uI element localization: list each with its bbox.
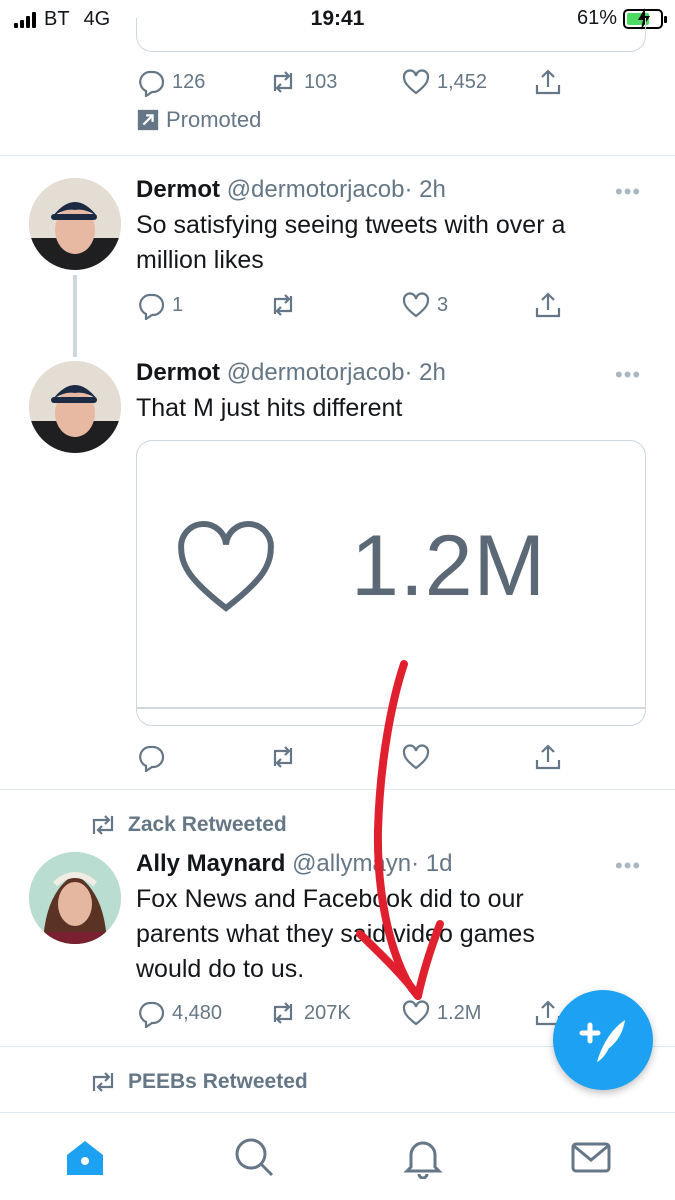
media-divider <box>137 707 645 709</box>
reply-count: 1 <box>172 293 184 316</box>
promoted-card-bottom <box>136 18 646 52</box>
divider <box>0 155 675 156</box>
like-button[interactable]: 1.2M <box>401 998 481 1028</box>
tab-home[interactable] <box>63 1135 107 1179</box>
handle[interactable]: @dermotorjacob <box>227 359 405 386</box>
retweet-icon <box>273 1002 293 1024</box>
retweeted-by[interactable]: Zack Retweeted <box>88 813 287 837</box>
promoted-icon <box>137 109 159 131</box>
thread-line <box>73 275 77 357</box>
divider <box>0 789 675 790</box>
like-button[interactable]: 3 <box>401 290 448 320</box>
reply-count: 4,480 <box>172 1001 223 1024</box>
reply-count: 126 <box>172 70 206 93</box>
reply-icon <box>139 745 165 772</box>
compose-tweet-button[interactable] <box>553 990 653 1090</box>
tweet-header: Dermot @dermotorjacob· 2h <box>136 176 446 204</box>
tweet-text: So satisfying seeing tweets with over a … <box>136 211 566 274</box>
reply-icon <box>139 1001 165 1028</box>
tweet-text: Fox News and Facebook did to our parents… <box>136 885 535 983</box>
heart-icon <box>402 292 430 318</box>
tab-search[interactable] <box>232 1135 276 1179</box>
avatar[interactable] <box>29 852 121 944</box>
more-options-icon[interactable]: ••• <box>615 179 641 205</box>
like-count: 1,452 <box>437 70 488 93</box>
bell-icon <box>403 1141 443 1180</box>
tweet-header: Dermot @dermotorjacob· 2h <box>136 359 446 387</box>
retweet-button[interactable]: 103 <box>268 67 337 97</box>
like-count: 3 <box>437 293 449 316</box>
retweet-icon <box>273 294 293 316</box>
share-button[interactable] <box>533 290 563 320</box>
share-icon <box>535 292 561 318</box>
tweet-text: That M just hits different <box>136 394 403 422</box>
profile-photo <box>29 852 121 944</box>
more-options-icon[interactable]: ••• <box>615 853 641 879</box>
heart-icon <box>402 1000 430 1026</box>
retweet-button[interactable]: 207K <box>268 998 351 1028</box>
reply-icon <box>139 293 165 320</box>
media-like-count: 1.2M <box>351 518 547 614</box>
retweet-icon <box>273 746 293 768</box>
mail-icon <box>571 1142 611 1173</box>
heart-icon <box>402 69 430 95</box>
timestamp: · 2h <box>404 176 446 203</box>
timestamp: · 1d <box>411 850 453 877</box>
profile-photo <box>29 361 121 453</box>
handle[interactable]: @dermotorjacob <box>227 176 405 203</box>
reply-button[interactable]: 126 <box>136 67 205 97</box>
avatar[interactable] <box>29 361 121 453</box>
retweet-count: 103 <box>304 70 338 93</box>
retweet-count: 207K <box>304 1001 351 1024</box>
display-name[interactable]: Dermot <box>136 176 220 203</box>
retweet-button[interactable] <box>268 742 298 772</box>
heart-icon <box>178 521 274 612</box>
retweet-button[interactable] <box>268 290 298 320</box>
like-button[interactable]: 1,452 <box>401 67 487 97</box>
tab-notifications[interactable] <box>401 1135 445 1180</box>
tab-messages[interactable] <box>569 1135 613 1179</box>
compose-tweet-icon <box>579 1020 625 1062</box>
tweet-header: Ally Maynard @allymayn· 1d <box>136 850 452 878</box>
reply-icon <box>139 70 165 97</box>
handle[interactable]: @allymayn <box>292 850 411 877</box>
retweeted-by[interactable]: PEEBs Retweeted <box>88 1070 308 1094</box>
reply-button[interactable] <box>136 742 166 772</box>
more-options-icon[interactable]: ••• <box>615 362 641 388</box>
like-count: 1.2M <box>437 1001 482 1024</box>
home-icon <box>67 1141 103 1175</box>
display-name[interactable]: Dermot <box>136 359 220 386</box>
retweet-icon <box>92 1072 114 1092</box>
search-icon <box>235 1138 274 1177</box>
timestamp: · 2h <box>404 359 446 386</box>
profile-photo <box>29 178 121 270</box>
retweet-icon <box>273 71 293 93</box>
heart-icon <box>402 744 430 770</box>
like-button[interactable] <box>401 742 431 772</box>
retweet-icon <box>92 815 114 835</box>
promoted-label[interactable]: Promoted <box>136 107 261 133</box>
share-button[interactable] <box>533 67 563 97</box>
share-icon <box>535 69 561 95</box>
share-icon <box>535 744 561 770</box>
share-button[interactable] <box>533 742 563 772</box>
bottom-tab-bar <box>0 1112 675 1200</box>
media-image[interactable]: 1.2M <box>136 440 646 726</box>
reply-button[interactable]: 4,480 <box>136 998 222 1028</box>
avatar[interactable] <box>29 178 121 270</box>
reply-button[interactable]: 1 <box>136 290 183 320</box>
display-name[interactable]: Ally Maynard <box>136 850 285 877</box>
